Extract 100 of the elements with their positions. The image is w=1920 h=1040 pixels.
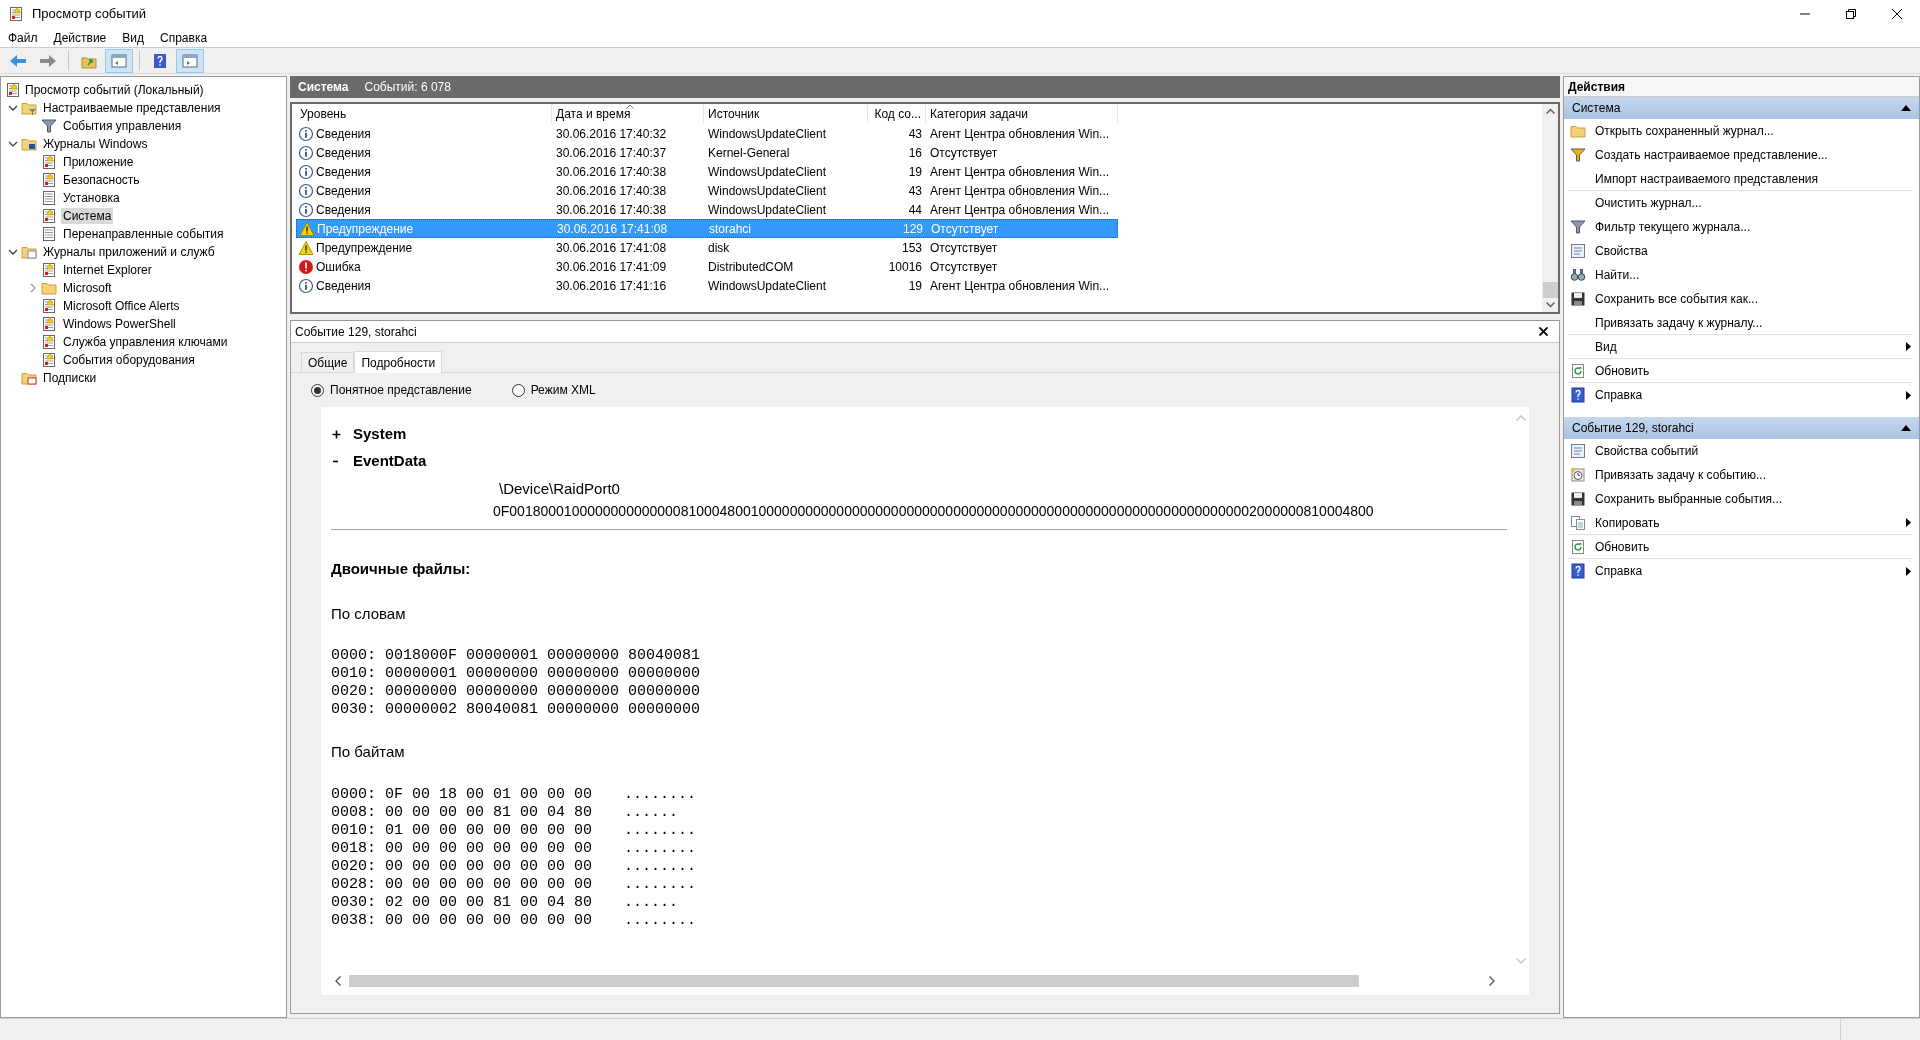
chevron-down-icon[interactable] [8, 139, 18, 149]
refresh-icon [1570, 538, 1586, 555]
radio-label: Режим XML [530, 382, 596, 399]
tree-item[interactable]: Журналы приложений и служб [41, 244, 217, 260]
action-item[interactable]: Свойства [1595, 242, 1648, 260]
scrollbar-thumb[interactable] [349, 974, 1359, 987]
chevron-down-icon[interactable] [1545, 302, 1555, 308]
event-row[interactable]: Сведения 30.06.2016 17:40:38 WindowsUpdateClient 44 Агент Центра обновления Win... [296, 200, 1118, 219]
menu-item[interactable]: Вид [122, 28, 144, 47]
action-item[interactable]: Свойства событий [1595, 442, 1699, 460]
table-cell-text: storahci [708, 220, 753, 238]
window-title: Просмотр событий [32, 5, 147, 24]
tree-item[interactable]: Windows PowerShell [61, 316, 178, 332]
table-cell-text: Агент Центра обновления Win... [929, 277, 1111, 295]
table-cell-text: Агент Центра обновления Win... [929, 163, 1111, 181]
event-row[interactable]: Сведения 30.06.2016 17:41:16 WindowsUpdateClient 19 Агент Центра обновления Win... [296, 276, 1118, 295]
event-row[interactable]: Ошибка 30.06.2016 17:41:09 DistributedCOM 10016 Отсутствует [296, 257, 1118, 276]
table-cell-text: Сведения [316, 163, 371, 181]
tree-item[interactable]: Приложение [61, 154, 136, 170]
tree-item[interactable]: Microsoft [61, 280, 114, 296]
table-cell-text: Отсутствует [930, 220, 1000, 238]
action-item[interactable]: Привязать задачу к событию... [1595, 466, 1766, 484]
group-header[interactable]: Событие 129, storahci [1564, 417, 1919, 439]
tab[interactable]: Подробности [354, 351, 443, 373]
close-icon [1538, 327, 1548, 336]
table-cell-text: 30.06.2016 17:41:16 [555, 277, 668, 295]
table-cell-text: 30.06.2016 17:41:09 [555, 258, 668, 276]
group-title: Событие 129, storahci [1572, 420, 1694, 437]
tree-item[interactable]: Перенаправленные события [61, 226, 226, 242]
tree-item[interactable]: Подписки [41, 370, 99, 386]
event-row[interactable]: Предупреждение 30.06.2016 17:41:08 disk 153 Отсутствует [296, 238, 1118, 257]
action-item[interactable]: Найти... [1595, 266, 1640, 284]
column-header[interactable]: Код со... [868, 105, 926, 123]
action-item[interactable]: Очистить журнал... [1595, 194, 1702, 212]
log-icon [41, 298, 57, 314]
radio-button[interactable] [511, 383, 525, 397]
table-cell-text: 30.06.2016 17:40:32 [555, 125, 668, 143]
table-cell-text: Отсутствует [929, 258, 999, 276]
action-item[interactable]: Вид [1595, 337, 1617, 356]
log-icon [41, 226, 57, 242]
action-item[interactable]: Привязать задачу к журналу... [1595, 313, 1763, 332]
action-item[interactable]: Импорт настраиваемого представления [1595, 169, 1818, 188]
action-item[interactable]: Копировать [1595, 513, 1660, 532]
tree-item[interactable]: События оборудования [61, 352, 197, 368]
tree-item[interactable]: Безопасность [61, 172, 142, 188]
tree-item[interactable]: Internet Explorer [61, 262, 154, 278]
event-row[interactable]: Сведения 30.06.2016 17:40:32 WindowsUpdateClient 43 Агент Центра обновления Win... [296, 124, 1118, 143]
column-header[interactable]: Категория задачи [926, 105, 1118, 123]
restore-icon [1846, 9, 1856, 19]
clock-icon [1570, 467, 1586, 483]
tree-item[interactable]: Журналы Windows [41, 136, 150, 152]
tree-item[interactable]: Служба управления ключами [61, 334, 230, 350]
tree-item[interactable]: Установка [61, 190, 122, 206]
action-item[interactable]: Открыть сохраненный журнал... [1595, 122, 1774, 140]
chevron-down-icon[interactable] [8, 103, 18, 113]
chevron-left-icon[interactable] [335, 975, 341, 986]
chevron-down-icon[interactable] [8, 247, 18, 257]
tree-item[interactable]: Система [61, 208, 114, 224]
action-item[interactable]: Обновить [1595, 537, 1650, 556]
table-cell-text: 44 [907, 201, 923, 219]
action-item[interactable]: Справка [1595, 386, 1643, 404]
action-item[interactable]: Фильтр текущего журнала... [1595, 218, 1751, 236]
menu-item[interactable]: Справка [160, 28, 208, 47]
table-cell-text: WindowsUpdateClient [707, 125, 828, 143]
group-header[interactable]: Система [1564, 97, 1919, 119]
menu-item[interactable]: Файл [8, 28, 38, 47]
event-row[interactable]: Сведения 30.06.2016 17:40:38 WindowsUpdateClient 19 Агент Центра обновления Win... [296, 162, 1118, 181]
tree-item[interactable]: Просмотр событий (Локальный) [25, 81, 204, 99]
copy-icon [1570, 514, 1586, 531]
expand-toggle[interactable] [331, 430, 341, 439]
column-header[interactable]: Уровень [296, 105, 552, 123]
column-header[interactable]: Источник [704, 105, 868, 123]
log-icon [41, 262, 57, 278]
log-icon [41, 154, 57, 170]
action-item[interactable]: Сохранить выбранные события... [1595, 490, 1783, 508]
scrollbar-thumb[interactable] [1542, 282, 1558, 298]
event-row[interactable]: Сведения 30.06.2016 17:40:37 Kernel-General 16 Отсутствует [296, 143, 1118, 162]
event-row[interactable]: Сведения 30.06.2016 17:40:38 WindowsUpdateClient 43 Агент Центра обновления Win... [296, 181, 1118, 200]
triangle-up-icon[interactable] [1901, 425, 1911, 431]
chevron-up-icon[interactable] [1545, 108, 1555, 114]
table-cell-text: 10016 [887, 258, 923, 276]
hex-line: 0020: 00 00 00 00 00 00 00 00 [331, 857, 593, 876]
action-item[interactable]: Справка [1595, 562, 1643, 580]
radio-button[interactable] [311, 383, 324, 397]
properties-icon [1570, 243, 1586, 259]
action-item[interactable]: Сохранить все события как... [1595, 290, 1758, 308]
table-cell-text: Сведения [316, 182, 371, 200]
action-item[interactable]: Обновить [1595, 361, 1650, 380]
triangle-up-icon[interactable] [1901, 105, 1911, 111]
chevron-right-icon[interactable] [28, 283, 38, 293]
tree-item[interactable]: События управления [61, 118, 184, 134]
tab[interactable]: Общие [301, 352, 355, 372]
action-item[interactable]: Создать настраиваемое представление... [1595, 146, 1828, 164]
tree-item[interactable]: Microsoft Office Alerts [61, 298, 182, 314]
chevron-right-icon[interactable] [1489, 975, 1495, 986]
menu-item[interactable]: Действие [53, 28, 107, 47]
column-header[interactable]: Дата и время [552, 105, 704, 123]
table-cell-text: Предупреждение [316, 239, 413, 257]
log-icon [5, 82, 21, 98]
tree-item[interactable]: Настраиваемые представления [41, 100, 223, 116]
